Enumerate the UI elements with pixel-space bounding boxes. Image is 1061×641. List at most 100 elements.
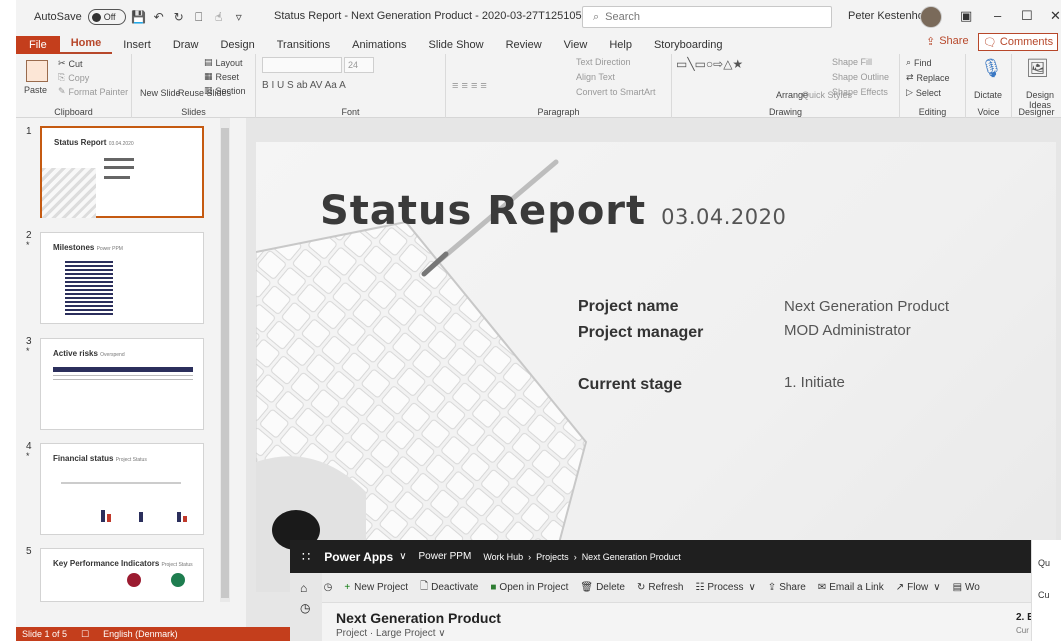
app-name[interactable]: Power Apps xyxy=(324,550,393,564)
tab-design[interactable]: Design xyxy=(209,39,265,54)
slide-thumbnail-5[interactable]: Key Performance Indicators Project Statu… xyxy=(40,548,204,602)
comment-icon: 🗨 xyxy=(982,36,997,49)
group-label: Paragraph xyxy=(537,107,580,117)
font-format-buttons[interactable]: B I U S ab AV Aa A xyxy=(262,80,346,91)
toggle-knob xyxy=(91,12,101,22)
thumbnail-title: Status Report 03.04.2020 xyxy=(54,138,134,147)
command-email-link[interactable]: Email a Link xyxy=(829,582,883,593)
breadcrumb-item[interactable]: Work Hub xyxy=(483,552,523,562)
redo-icon[interactable]: ↻ xyxy=(172,10,186,24)
replace-button[interactable]: ⇄ Replace xyxy=(906,72,950,83)
command-delete[interactable]: Delete xyxy=(596,582,625,593)
paste-button[interactable]: Paste xyxy=(24,85,47,95)
thumbnail-title: Financial status Project Status xyxy=(53,454,147,463)
comments-label: Comments xyxy=(999,36,1054,48)
chevron-down-icon[interactable]: ∨ xyxy=(933,582,940,593)
tab-animations[interactable]: Animations xyxy=(341,39,417,54)
maximize-icon[interactable]: ☐ xyxy=(1021,8,1033,24)
layout-button[interactable]: ▤ Layout xyxy=(204,57,243,68)
command-share[interactable]: Share xyxy=(779,582,806,593)
command-new-project[interactable]: New Project xyxy=(354,582,408,593)
shape-fill-button[interactable]: Shape Fill xyxy=(832,57,872,67)
recent-icon[interactable]: ◷ xyxy=(300,601,310,615)
align-text-button[interactable]: Align Text xyxy=(576,72,615,82)
tab-help[interactable]: Help xyxy=(598,39,643,54)
search-box[interactable]: ⌕ Search xyxy=(582,6,832,28)
language-indicator[interactable]: English (Denmark) xyxy=(103,629,178,639)
shape-outline-button[interactable]: Shape Outline xyxy=(832,72,889,82)
current-slide[interactable]: Status Report 03.04.2020 Project name Ne… xyxy=(256,142,1056,592)
command-word-templates[interactable]: Wo xyxy=(965,582,980,593)
find-button[interactable]: ⌕ Find xyxy=(906,57,932,68)
font-family-select[interactable] xyxy=(262,57,342,73)
slide-thumbnail-1[interactable]: Status Report 03.04.2020 xyxy=(40,126,204,218)
alignment-icons[interactable]: ≡ ≡ ≡ ≡ xyxy=(452,80,487,92)
tab-storyboarding[interactable]: Storyboarding xyxy=(643,39,734,54)
accessibility-icon[interactable]: ☐ xyxy=(81,629,89,640)
tab-transitions[interactable]: Transitions xyxy=(266,39,341,54)
command-process[interactable]: Process xyxy=(707,582,743,593)
chevron-down-icon[interactable]: ∨ xyxy=(748,582,755,593)
slide-title[interactable]: Status Report 03.04.2020 xyxy=(320,188,786,234)
customize-qat-icon[interactable]: ▿ xyxy=(232,10,246,24)
tab-file[interactable]: File xyxy=(16,36,60,54)
shape-effects-button[interactable]: Shape Effects xyxy=(832,87,888,97)
slide-thumbnail-2[interactable]: Milestones Power PPM xyxy=(40,232,204,324)
text-direction-button[interactable]: Text Direction xyxy=(576,57,631,67)
command-deactivate[interactable]: Deactivate xyxy=(431,582,478,593)
tab-review[interactable]: Review xyxy=(495,39,553,54)
ribbon-display-icon[interactable]: ▣ xyxy=(960,8,972,24)
tab-slide-show[interactable]: Slide Show xyxy=(418,39,495,54)
tab-insert[interactable]: Insert xyxy=(112,39,162,54)
history-icon[interactable]: ◷ xyxy=(324,582,333,593)
format-painter-button[interactable]: ✎ Format Painter xyxy=(58,86,128,97)
command-flow[interactable]: Flow xyxy=(907,582,928,593)
autosave-toggle[interactable]: Off xyxy=(87,9,126,25)
cut-button[interactable]: ✂ Cut xyxy=(58,58,83,69)
scrollbar-thumb[interactable] xyxy=(221,128,229,598)
minimize-icon[interactable]: – xyxy=(994,8,1001,23)
shapes-gallery-icon[interactable]: ▭╲▭○⇨△★ xyxy=(676,58,743,70)
slide-thumbnail-3[interactable]: Active risks Overspend xyxy=(40,338,204,430)
tab-view[interactable]: View xyxy=(553,39,599,54)
font-size-select[interactable]: 24 xyxy=(344,57,374,73)
panel-text: Cu xyxy=(1038,590,1050,600)
design-ideas-icon[interactable]: 🖼 xyxy=(1026,58,1049,79)
app-launcher-icon[interactable]: ∷ xyxy=(302,549,310,565)
section-button[interactable]: ▥ Section xyxy=(204,85,246,96)
share-button[interactable]: ⇪ Share xyxy=(926,35,969,48)
panel-text: Qu xyxy=(1038,558,1051,568)
paste-icon[interactable] xyxy=(26,60,48,82)
comments-button[interactable]: 🗨 Comments xyxy=(978,33,1058,51)
project-icon: ■ xyxy=(490,582,497,593)
thumbnails-scrollbar[interactable] xyxy=(220,118,230,602)
dictate-button[interactable]: Dictate xyxy=(974,90,1002,100)
title-bar: AutoSave Off 💾 ↶ ↻ ⎕ ☝ ▿ Status Report -… xyxy=(16,0,1061,34)
microphone-icon[interactable]: 🎙 xyxy=(980,58,1003,79)
chevron-down-icon[interactable]: ∨ xyxy=(438,628,445,639)
tab-home[interactable]: Home xyxy=(59,37,113,54)
new-slide-button[interactable]: New Slide xyxy=(140,88,181,98)
convert-smartart-button[interactable]: Convert to SmartArt xyxy=(576,87,656,97)
chevron-down-icon[interactable]: ∨ xyxy=(399,551,406,562)
layout-label: Layout xyxy=(215,57,243,68)
copy-button[interactable]: ⎘ Copy xyxy=(58,72,89,83)
command-open-in-project[interactable]: Open in Project xyxy=(499,582,568,593)
save-icon[interactable]: 💾 xyxy=(131,10,146,24)
breadcrumb-item[interactable]: Projects xyxy=(536,552,569,562)
record-form[interactable]: Project · Large Project xyxy=(336,628,436,639)
touch-mode-icon[interactable]: ☝ xyxy=(212,10,226,24)
tab-draw[interactable]: Draw xyxy=(162,39,210,54)
project-name-value: Next Generation Product xyxy=(784,298,950,315)
undo-icon[interactable]: ↶ xyxy=(152,10,166,24)
reset-button[interactable]: ▦ Reset xyxy=(204,71,239,82)
bar xyxy=(101,510,105,522)
home-icon[interactable]: ⌂ xyxy=(300,581,307,595)
risks-table-header xyxy=(53,367,193,372)
slide-thumbnail-4[interactable]: Financial status Project Status xyxy=(40,443,204,535)
avatar[interactable] xyxy=(920,6,942,28)
close-icon[interactable]: ✕ xyxy=(1050,8,1061,24)
present-icon[interactable]: ⎕ xyxy=(192,10,206,24)
select-button[interactable]: ▷ Select xyxy=(906,87,941,98)
command-refresh[interactable]: Refresh xyxy=(648,582,683,593)
